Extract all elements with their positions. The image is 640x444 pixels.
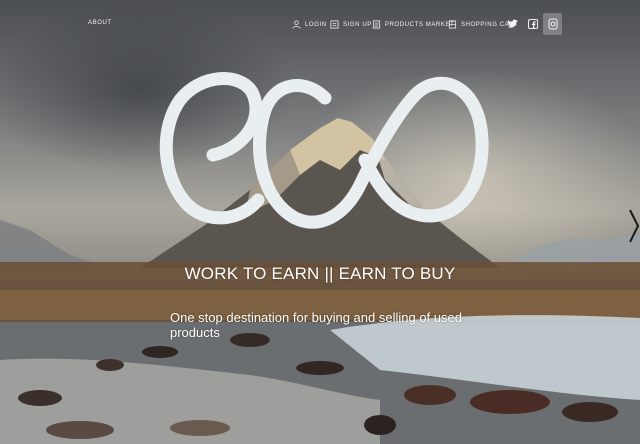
hero-tagline: WORK TO EARN || EARN TO BUY (184, 264, 456, 283)
eco-logo (159, 72, 489, 229)
facebook-icon (528, 19, 538, 29)
cart-icon (448, 20, 457, 29)
nav-products-market-link[interactable]: PRODUCTS MARKET (372, 20, 454, 29)
market-icon (372, 20, 381, 29)
top-navigation: ABOUT LOGIN SIGN UP PRODUCTS MARKET SHOP… (0, 0, 640, 48)
nav-signup-label: SIGN UP (343, 21, 372, 28)
nav-about-link[interactable]: ABOUT (88, 20, 112, 26)
hero-background: ABOUT LOGIN SIGN UP PRODUCTS MARKET SHOP… (0, 0, 640, 444)
instagram-link[interactable] (543, 13, 562, 35)
nav-products-market-label: PRODUCTS MARKET (385, 21, 455, 28)
nav-signup-link[interactable]: SIGN UP (330, 20, 372, 29)
twitter-icon (506, 19, 518, 28)
facebook-link[interactable] (525, 16, 541, 32)
nav-login-link[interactable]: LOGIN (292, 20, 327, 29)
signup-icon (330, 20, 339, 29)
nav-login-label: LOGIN (305, 21, 327, 28)
user-icon (292, 20, 301, 29)
hero-subtitle: One stop destination for buying and sell… (170, 310, 462, 340)
instagram-icon (548, 18, 557, 30)
twitter-link[interactable] (504, 16, 520, 32)
chevron-right-icon[interactable] (628, 208, 640, 244)
